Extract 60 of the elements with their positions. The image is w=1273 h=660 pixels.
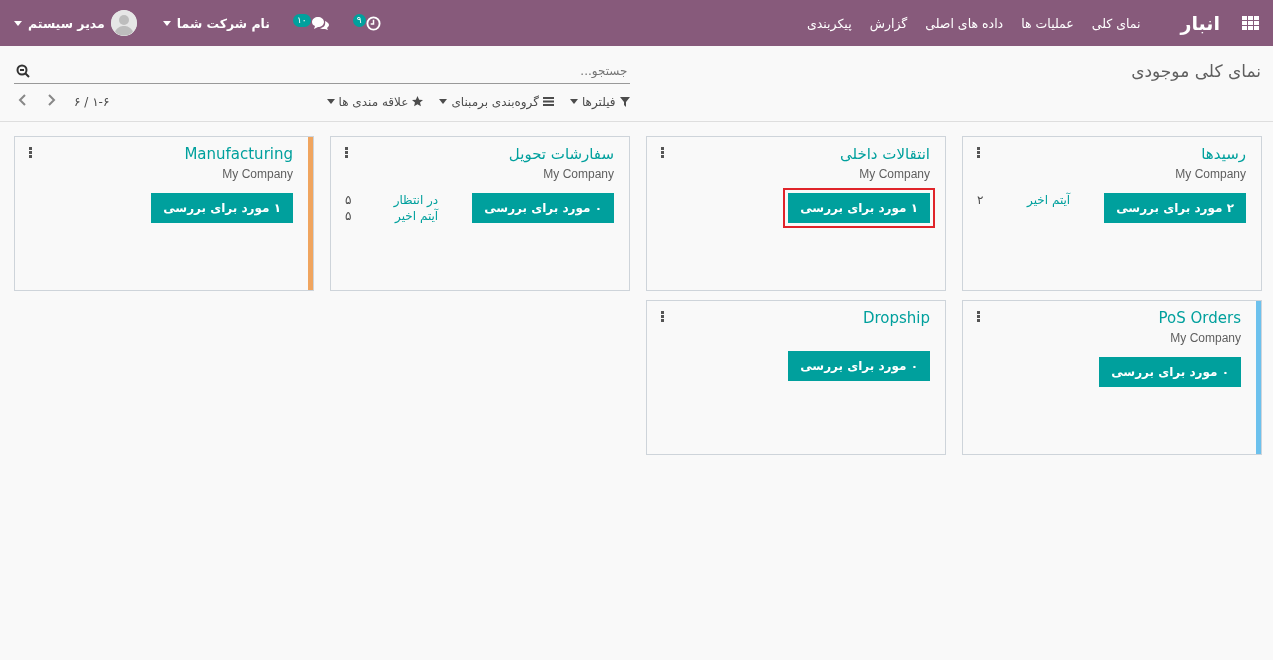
card-title[interactable]: رسیدها: [977, 145, 1246, 163]
kebab-menu-icon[interactable]: [29, 147, 32, 158]
card-title[interactable]: Manufacturing: [29, 145, 293, 163]
chat-icon[interactable]: [310, 15, 330, 31]
kebab-menu-icon[interactable]: [661, 147, 664, 158]
user-menu[interactable]: مدیر سیستم: [14, 10, 137, 36]
kebab-menu-icon[interactable]: [977, 147, 980, 158]
menu-item[interactable]: پیکربندی: [806, 15, 852, 31]
menu-item[interactable]: داده های اصلی: [925, 15, 1004, 31]
stat-link[interactable]: آیتم اخیر: [1027, 193, 1071, 207]
app-name: انبار: [1180, 12, 1220, 34]
card-title[interactable]: انتقالات داخلی: [661, 145, 930, 163]
stat-value: ۵: [345, 209, 352, 223]
pager-value: ۱-۶ / ۶: [74, 94, 110, 109]
stat-link[interactable]: آیتم اخیر: [395, 209, 439, 223]
menu-item[interactable]: عملیات ها: [1021, 15, 1074, 31]
company-name: My Company: [542, 167, 614, 181]
caret-icon: [439, 99, 448, 104]
kebab-menu-icon[interactable]: [661, 311, 664, 322]
page-title: نمای کلی موجودی: [1131, 61, 1261, 81]
caret-icon: [326, 99, 335, 104]
company-name: My Company: [1169, 331, 1241, 345]
filter-icon: [619, 96, 630, 107]
star-icon: [412, 96, 424, 107]
stat-value: ۲: [977, 193, 984, 207]
menu-item[interactable]: نمای کلی: [1091, 15, 1141, 31]
card-title[interactable]: سفارشات تحویل: [345, 145, 614, 163]
to-process-button[interactable]: ۱ مورد برای بررسی: [788, 193, 930, 223]
search-field[interactable]: جستجو...: [14, 58, 630, 84]
caret-icon: [162, 20, 171, 26]
card-title[interactable]: Dropship: [661, 309, 930, 327]
menu-item[interactable]: گزارش: [869, 15, 908, 31]
activity-count-badge: ٩: [352, 13, 366, 27]
company-name: My Company: [221, 167, 293, 181]
chevron-left-icon: [18, 94, 26, 106]
company-name: My Company: [858, 167, 930, 181]
filter-dropdown[interactable]: گروه‌بندی برمبنای: [439, 94, 554, 109]
card-title[interactable]: PoS Orders: [977, 309, 1241, 327]
stat-value: ۵: [345, 193, 352, 207]
filter-dropdown[interactable]: فیلترها: [569, 94, 630, 109]
stat-link[interactable]: در انتظار: [393, 193, 439, 207]
clock-icon[interactable]: [365, 15, 381, 31]
apps-menu-icon[interactable]: [1242, 15, 1259, 31]
to-process-button[interactable]: ۱ مورد برای بررسی: [151, 193, 293, 223]
list-icon: [542, 97, 554, 106]
to-process-button[interactable]: ۰ مورد برای بررسی: [1099, 357, 1241, 387]
caret-icon: [14, 20, 22, 26]
caret-icon: [569, 99, 578, 104]
filter-dropdown[interactable]: علاقه مندی ها: [326, 94, 424, 109]
kebab-menu-icon[interactable]: [977, 311, 980, 322]
chevron-right-icon: [48, 94, 56, 106]
company-name: My Company: [1174, 167, 1246, 181]
message-count-badge: ١٠: [293, 13, 311, 27]
kebab-menu-icon[interactable]: [345, 147, 348, 158]
to-process-button[interactable]: ۲ مورد برای بررسی: [1104, 193, 1246, 223]
to-process-button[interactable]: ۰ مورد برای بررسی: [788, 351, 930, 381]
to-process-button[interactable]: ۰ مورد برای بررسی: [472, 193, 614, 223]
search-icon[interactable]: [16, 64, 30, 78]
avatar-icon: [110, 10, 137, 36]
company-switcher[interactable]: نام شرکت شما: [162, 15, 270, 31]
